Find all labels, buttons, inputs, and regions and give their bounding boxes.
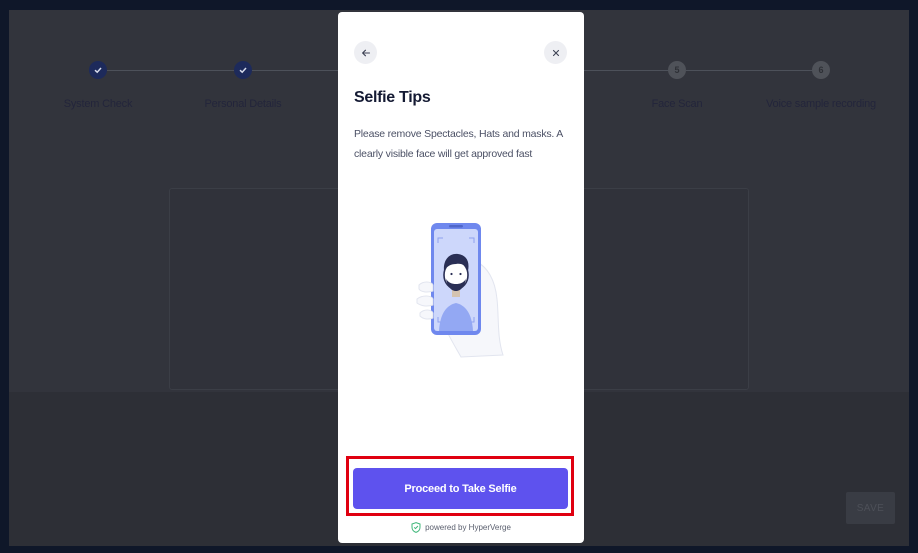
powered-by: powered by HyperVerge [338, 522, 584, 533]
step-5-badge: 5 [668, 61, 686, 79]
step-label-system-check: System Check [63, 98, 133, 110]
modal-description: Please remove Spectacles, Hats and masks… [354, 128, 563, 160]
proceed-to-take-selfie-button[interactable]: Proceed to Take Selfie [353, 468, 568, 509]
powered-by-label: powered by HyperVerge [425, 523, 511, 532]
step-2-check-icon [234, 61, 252, 79]
selfie-phone-illustration [416, 223, 504, 358]
save-button[interactable]: SAVE [846, 492, 895, 524]
back-button[interactable] [354, 41, 377, 64]
step-label-voice-sample: Voice sample recording [766, 98, 876, 110]
step-label-face-scan: Face Scan [651, 98, 703, 110]
close-button[interactable] [544, 41, 567, 64]
step-connector [252, 70, 340, 71]
step-6-badge: 6 [812, 61, 830, 79]
selfie-tips-modal: Selfie Tips Please remove Spectacles, Ha… [338, 12, 584, 543]
shield-check-icon [411, 522, 421, 533]
step-connector [686, 70, 820, 71]
modal-title: Selfie Tips [354, 89, 431, 106]
step-1-check-icon [89, 61, 107, 79]
close-icon [552, 49, 559, 56]
arrow-left-icon [361, 49, 370, 56]
step-connector [107, 70, 241, 71]
step-label-personal-details: Personal Details [204, 98, 282, 110]
step-connector [584, 70, 677, 71]
